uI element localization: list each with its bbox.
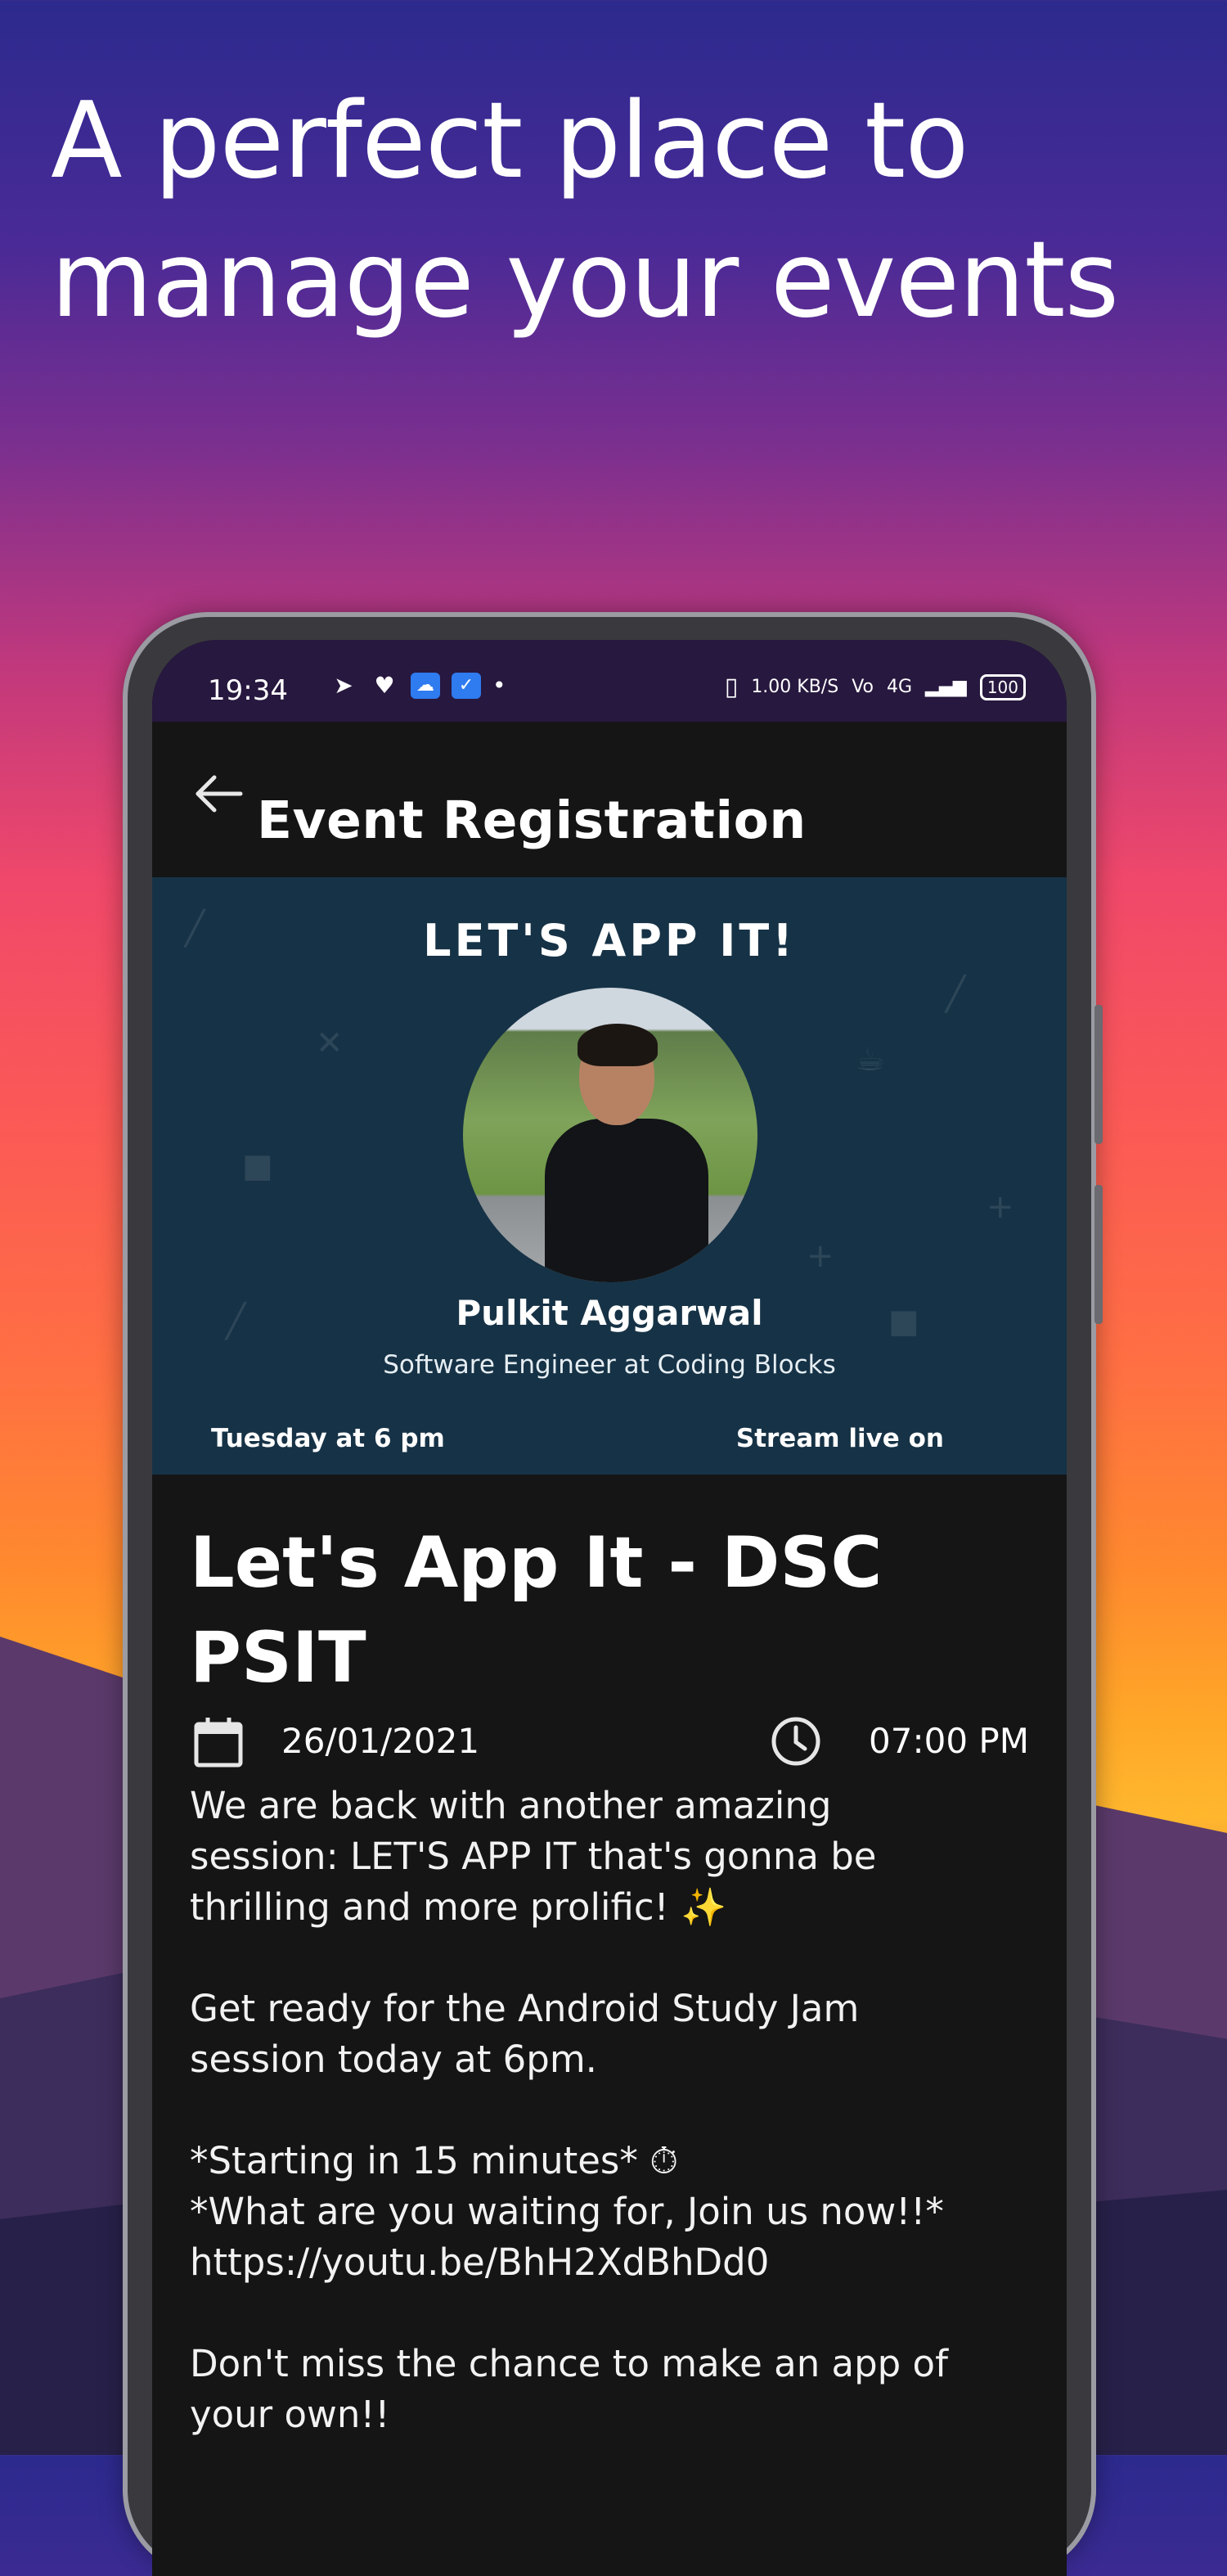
phone-frame: 19:34 ➤ ♥ ☁ ✓ • ▯ 1.00 KB/S Vo 4G ▂▄▆ 10…	[123, 612, 1103, 2576]
promo-headline-line2: manage your events	[51, 219, 1119, 341]
dot-icon: •	[492, 672, 506, 699]
telegram-icon: ➤	[334, 672, 353, 699]
banner-heading: LET'S APP IT!	[423, 915, 796, 966]
power-button	[1094, 1185, 1103, 1324]
decor-icon: ✕	[316, 1025, 344, 1062]
speaker-figure	[578, 1024, 658, 1066]
description-line: session: LET'S APP IT that's gonna be	[190, 1835, 877, 1878]
decor-icon: ■	[242, 1147, 273, 1185]
network-speed: 1.00 KB/S	[751, 677, 839, 697]
vibrate-icon: ▯	[724, 673, 739, 701]
event-link[interactable]: https://youtu.be/BhH2XdBhDd0	[190, 2237, 1034, 2288]
shield-icon: ✓	[452, 673, 481, 699]
decor-icon: ╱	[946, 975, 966, 1013]
speaker-photo	[463, 988, 757, 1282]
calendar-icon	[194, 1718, 243, 1768]
page-title: Event Registration	[257, 790, 807, 850]
battery-icon: 100	[979, 673, 1026, 700]
speaker-role: Software Engineer at Coding Blocks	[383, 1350, 836, 1380]
event-details: Let's App It - DSC PSIT 26/01/2021 07:00…	[152, 1475, 1067, 2576]
event-title: Let's App It - DSC PSIT	[190, 1515, 1008, 1705]
clock-icon	[771, 1717, 820, 1766]
notification-icons: ➤ ♥ ☁ ✓ •	[329, 672, 506, 699]
event-meta: 26/01/2021 07:00 PM	[190, 1708, 1029, 1773]
description-line: Don't miss the chance to make an app of	[190, 2342, 948, 2385]
description-line: your own!!	[190, 2393, 390, 2436]
decor-icon: +	[807, 1237, 834, 1275]
event-banner: ╱ ■ ✕ ╱ ☕ ╱ + ■ + LET'S APP IT! Pulkit A…	[152, 877, 1067, 1475]
decor-icon: ☕	[856, 1041, 885, 1079]
description-line: session today at 6pm.	[190, 2038, 597, 2081]
phone-screen: 19:34 ➤ ♥ ☁ ✓ • ▯ 1.00 KB/S Vo 4G ▂▄▆ 10…	[152, 640, 1067, 2576]
status-bar: 19:34 ➤ ♥ ☁ ✓ • ▯ 1.00 KB/S Vo 4G ▂▄▆ 10…	[152, 640, 1067, 722]
arrow-left-icon[interactable]	[187, 761, 252, 826]
event-date: 26/01/2021	[281, 1721, 480, 1761]
speaker-name: Pulkit Aggarwal	[456, 1293, 763, 1333]
promo-headline-line1: A perfect place to	[51, 80, 969, 202]
promo-headline: A perfect place to manage your events	[51, 72, 1119, 350]
banner-day: Tuesday at 6 pm	[211, 1424, 445, 1453]
app-bar: Event Registration	[152, 722, 1067, 877]
description-line: We are back with another amazing	[190, 1784, 832, 1827]
event-description: We are back with another amazing session…	[190, 1781, 1034, 2491]
system-icons: ▯ 1.00 KB/S Vo 4G ▂▄▆ 100	[725, 673, 1026, 701]
decor-icon: +	[987, 1188, 1014, 1226]
description-line: thrilling and more prolific! ✨	[190, 1885, 726, 1929]
signal-label: 4G	[887, 677, 913, 697]
description-line: Get ready for the Android Study Jam	[190, 1987, 860, 2030]
heart-icon: ♥	[374, 672, 395, 699]
event-title-line: Let's App It - DSC	[190, 1522, 883, 1604]
description-line: *What are you waiting for, Join us now!!…	[190, 2190, 944, 2233]
volte-icon: Vo	[852, 677, 874, 697]
description-line: *Starting in 15 minutes* ⏱	[190, 2139, 679, 2182]
banner-stream: Stream live on	[735, 1424, 944, 1453]
event-time: 07:00 PM	[869, 1721, 1029, 1761]
speaker-figure	[545, 1119, 708, 1282]
volume-button	[1094, 1005, 1103, 1144]
cloud-icon: ☁	[411, 673, 440, 699]
status-time: 19:34	[208, 674, 288, 707]
event-title-line: PSIT	[190, 1617, 366, 1699]
signal-icon: ▂▄▆	[925, 677, 967, 697]
